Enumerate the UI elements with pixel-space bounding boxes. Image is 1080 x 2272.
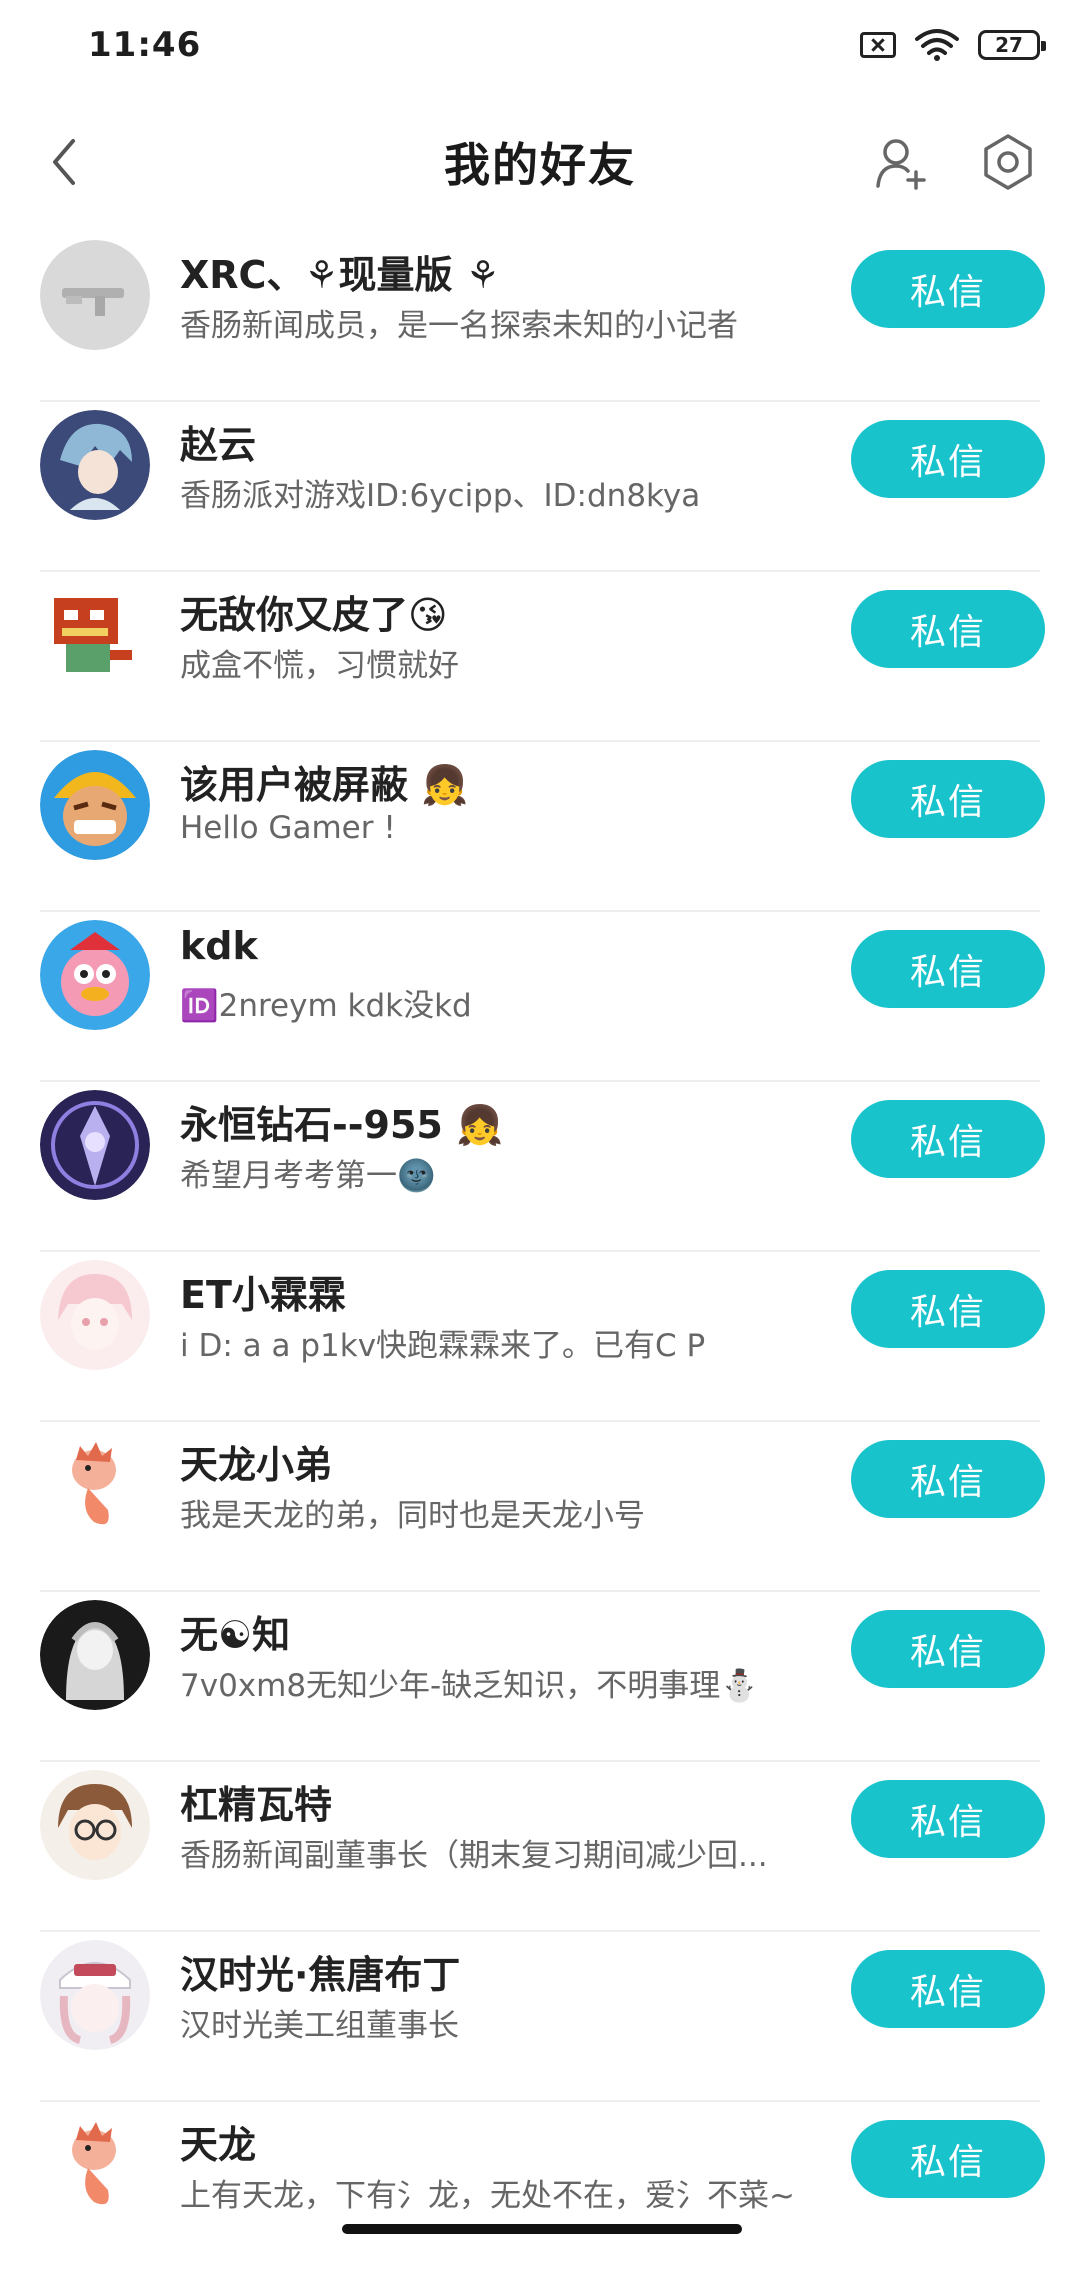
avatar[interactable]: [40, 580, 150, 690]
home-indicator[interactable]: [342, 2224, 742, 2234]
message-button[interactable]: 私信: [851, 250, 1045, 328]
sim-off-icon: [860, 32, 896, 58]
friend-name: 天龙: [180, 2123, 257, 2167]
friend-bio: 成盒不慌，习惯就好: [180, 648, 459, 684]
friend-bio: 我是天龙的弟，同时也是天龙小号: [180, 1498, 645, 1534]
friend-name: 无敌你又皮了😘: [180, 593, 448, 637]
status-bar: 11:46 27: [0, 0, 1080, 90]
friend-name: 杠精瓦特: [180, 1783, 333, 1827]
friend-row[interactable]: XRC、⚘现量版 ⚘ 香肠新闻成员，是一名探索未知的小记者 私信: [0, 232, 1080, 402]
avatar[interactable]: [40, 240, 150, 350]
chevron-left-icon: [53, 139, 75, 185]
friend-name: 永恒钻石--955 👧: [180, 1103, 504, 1147]
friend-row[interactable]: ET小霖霖 i D: a a p1kv快跑霖霖来了。已有C P 私信: [0, 1252, 1080, 1422]
friend-name: ET小霖霖: [180, 1273, 346, 1317]
friend-bio: 上有天龙，下有氵龙，无处不在，爱氵不菜~: [180, 2178, 795, 2214]
avatar[interactable]: [40, 1260, 150, 1370]
battery-icon: 27: [978, 30, 1046, 60]
friend-row[interactable]: 赵云 香肠派对游戏ID:6ycipp、ID:dn8kya 私信: [0, 402, 1080, 572]
settings-button[interactable]: [978, 132, 1038, 192]
friend-row[interactable]: 杠精瓦特 香肠新闻副董事长（期末复习期间减少回... 私信: [0, 1762, 1080, 1932]
friend-row[interactable]: 永恒钻石--955 👧 希望月考考第一🌚 私信: [0, 1082, 1080, 1252]
friend-name: 汉时光·焦唐布丁: [180, 1953, 461, 1997]
friend-row[interactable]: 无敌你又皮了😘 成盒不慌，习惯就好 私信: [0, 572, 1080, 742]
page-title: 我的好友: [444, 138, 636, 192]
message-button[interactable]: 私信: [851, 420, 1045, 498]
message-button[interactable]: 私信: [851, 590, 1045, 668]
message-button[interactable]: 私信: [851, 2120, 1045, 2198]
status-time: 11:46: [88, 25, 202, 65]
add-friend-button[interactable]: [872, 134, 930, 192]
friend-bio: 希望月考考第一🌚: [180, 1158, 436, 1194]
friend-row[interactable]: 天龙小弟 我是天龙的弟，同时也是天龙小号 私信: [0, 1422, 1080, 1592]
avatar[interactable]: [40, 1090, 150, 1200]
friend-bio: 香肠派对游戏ID:6ycipp、ID:dn8kya: [180, 478, 701, 514]
add-user-icon: [876, 139, 926, 190]
friend-bio: 香肠新闻副董事长（期末复习期间减少回...: [180, 1838, 768, 1874]
friend-row[interactable]: 汉时光·焦唐布丁 汉时光美工组董事长 私信: [0, 1932, 1080, 2102]
friend-row[interactable]: 无☯知 7v0xm8无知少年-缺乏知识，不明事理⛄ 私信: [0, 1592, 1080, 1762]
friend-row[interactable]: 该用户被屏蔽 👧 Hello Gamer ! 私信: [0, 742, 1080, 912]
friend-bio: 🆔2nreym kdk没kd: [180, 988, 472, 1024]
wifi-icon: [915, 29, 959, 61]
hexagon-settings-icon: [984, 134, 1032, 190]
message-button[interactable]: 私信: [851, 1610, 1045, 1688]
friend-row[interactable]: kdk 🆔2nreym kdk没kd 私信: [0, 912, 1080, 1082]
message-button[interactable]: 私信: [851, 1950, 1045, 2028]
friend-list: XRC、⚘现量版 ⚘ 香肠新闻成员，是一名探索未知的小记者 私信 赵云 香肠派对…: [0, 232, 1080, 2272]
message-button[interactable]: 私信: [851, 930, 1045, 1008]
message-button[interactable]: 私信: [851, 1780, 1045, 1858]
avatar[interactable]: [40, 750, 150, 860]
friend-bio: i D: a a p1kv快跑霖霖来了。已有C P: [180, 1328, 706, 1364]
avatar[interactable]: [40, 1430, 150, 1540]
friend-bio: 7v0xm8无知少年-缺乏知识，不明事理⛄: [180, 1668, 759, 1704]
message-button[interactable]: 私信: [851, 760, 1045, 838]
friend-name: kdk: [180, 924, 258, 968]
avatar[interactable]: [40, 1940, 150, 2050]
friend-name: 天龙小弟: [180, 1443, 333, 1487]
friend-bio: 香肠新闻成员，是一名探索未知的小记者: [180, 308, 738, 344]
back-button[interactable]: [36, 134, 92, 190]
friend-name: 赵云: [180, 423, 257, 467]
status-icons: 27: [860, 28, 1046, 62]
message-button[interactable]: 私信: [851, 1440, 1045, 1518]
friend-name: XRC、⚘现量版 ⚘: [180, 253, 500, 297]
message-button[interactable]: 私信: [851, 1100, 1045, 1178]
avatar[interactable]: [40, 1770, 150, 1880]
header: 我的好友: [0, 110, 1080, 214]
friend-name: 该用户被屏蔽 👧: [180, 763, 469, 807]
avatar[interactable]: [40, 410, 150, 520]
friend-bio: 汉时光美工组董事长: [180, 2008, 459, 2044]
message-button[interactable]: 私信: [851, 1270, 1045, 1348]
friend-name: 无☯知: [180, 1613, 291, 1657]
friend-bio: Hello Gamer !: [180, 810, 396, 846]
avatar[interactable]: [40, 2110, 150, 2220]
avatar[interactable]: [40, 920, 150, 1030]
avatar[interactable]: [40, 1600, 150, 1710]
friend-row[interactable]: 天龙 上有天龙，下有氵龙，无处不在，爱氵不菜~ 私信: [0, 2102, 1080, 2272]
